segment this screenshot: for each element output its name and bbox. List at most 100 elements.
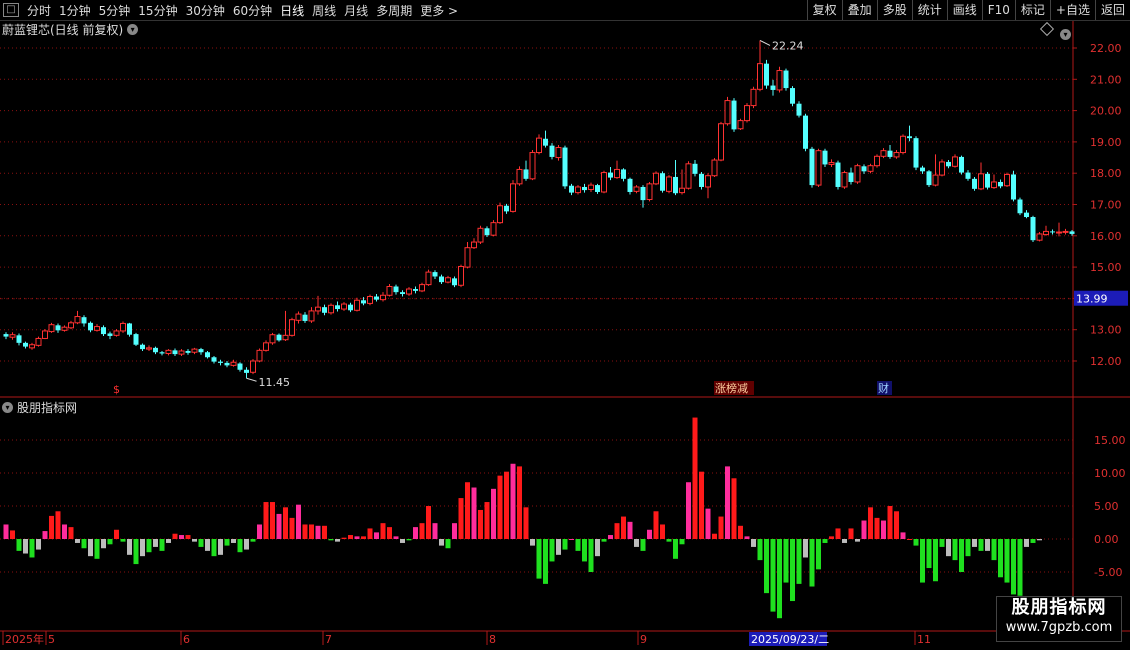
indicator-bar	[796, 539, 802, 584]
indicator-bar	[354, 536, 360, 539]
candle-body	[406, 288, 412, 295]
candle-body	[854, 165, 861, 183]
kline-chart[interactable]: 22.00 21.00 20.00 19.00 18.00 17.00 16.00 15.00…	[0, 0, 1130, 650]
high-arrow	[759, 40, 771, 46]
indicator-bar	[861, 520, 867, 539]
indicator-axis-label: 5.00	[1094, 500, 1119, 513]
candle-body	[523, 169, 529, 179]
candle-body	[101, 327, 106, 335]
candle-body	[1030, 217, 1036, 241]
candle-body	[419, 284, 425, 292]
indicator-bar	[835, 528, 841, 539]
indicator-bar	[510, 463, 516, 539]
indicator-bar	[673, 539, 678, 559]
indicator-bar	[965, 539, 971, 557]
indicator-bar	[933, 539, 938, 582]
indicator-bar	[913, 539, 919, 546]
candle-body	[471, 241, 477, 249]
candle-body	[861, 166, 867, 172]
indicator-bar	[686, 482, 691, 539]
indicator-bar	[250, 539, 256, 542]
indicator-bar	[887, 506, 893, 539]
indicator-axis-label: 0.00	[1094, 533, 1119, 546]
candle-body	[289, 319, 295, 336]
candle-body	[107, 333, 113, 336]
candle-body	[907, 136, 912, 139]
candle-body	[29, 344, 35, 349]
candle-body	[952, 156, 958, 167]
indicator-bar	[146, 539, 152, 553]
indicator-bar	[322, 525, 327, 539]
candle-body	[250, 360, 256, 373]
candle-body	[504, 205, 509, 212]
candle-body	[543, 138, 548, 146]
indicator-bar	[575, 539, 581, 551]
candle-body	[198, 349, 204, 353]
candle-body	[913, 138, 919, 168]
candle-body	[328, 304, 334, 314]
candle-body	[445, 277, 451, 283]
indicator-bar	[829, 536, 834, 539]
candle-body	[835, 162, 841, 187]
candle-body	[1050, 231, 1055, 233]
candle-body	[9, 334, 16, 338]
candle-body	[374, 296, 379, 300]
candle-body	[985, 173, 990, 188]
candle-body	[120, 322, 126, 332]
indicator-bar	[536, 539, 542, 579]
indicator-bar	[848, 528, 854, 539]
indicator-bar	[959, 539, 964, 572]
indicator-bar	[257, 524, 262, 539]
candle-body	[660, 173, 665, 191]
candle-body	[529, 152, 536, 180]
indicator-bar	[595, 539, 600, 557]
candle-body	[731, 100, 737, 130]
candle-body	[646, 183, 653, 200]
candle-body	[588, 184, 594, 190]
indicator-bar	[328, 539, 334, 541]
indicator-bar	[543, 539, 548, 584]
indicator-bar	[192, 539, 197, 542]
indicator-bar	[380, 523, 386, 539]
indicator-bar	[946, 539, 951, 557]
candle-body	[1024, 212, 1029, 218]
indicator-bar	[166, 539, 171, 543]
candle-body	[711, 159, 718, 177]
candle-body	[549, 145, 555, 157]
indicator-bar	[679, 539, 685, 545]
indicator-bar	[465, 482, 470, 539]
indicator-bar	[621, 516, 626, 539]
candle-body	[724, 100, 731, 125]
candle-body	[439, 276, 444, 283]
high-label: 22.24	[772, 39, 804, 52]
candle-body	[153, 347, 158, 353]
candle-body	[464, 247, 471, 268]
candle-body	[972, 178, 977, 189]
indicator-bar	[302, 524, 308, 539]
indicator-bar	[231, 539, 236, 543]
candle-body	[1004, 173, 1010, 187]
candle-body	[458, 265, 464, 286]
candle-body	[3, 334, 9, 337]
candle-body	[1036, 233, 1043, 241]
candle-body	[159, 352, 165, 354]
candle-body	[920, 167, 925, 172]
candle-body	[218, 361, 223, 363]
candle-body	[133, 334, 139, 345]
crosshair-date-label: 2025/09/23/二	[751, 633, 829, 646]
candle-body	[991, 181, 997, 189]
price-axis-label: 17.00	[1090, 199, 1122, 212]
indicator-bar	[842, 539, 847, 543]
indicator-bar	[471, 487, 477, 539]
indicator-bar	[588, 539, 594, 572]
indicator-bar	[1037, 539, 1042, 541]
watermark-line2: www.7gpzb.com	[1005, 620, 1113, 635]
indicator-bar	[49, 515, 54, 539]
price-axis-label: 22.00	[1090, 42, 1122, 55]
candle-body	[68, 322, 74, 329]
indicator-bar	[764, 539, 769, 594]
indicator-bar	[666, 539, 672, 542]
indicator-bar	[634, 539, 639, 547]
indicator-bar	[517, 466, 522, 539]
time-axis-label: 11	[917, 633, 931, 646]
